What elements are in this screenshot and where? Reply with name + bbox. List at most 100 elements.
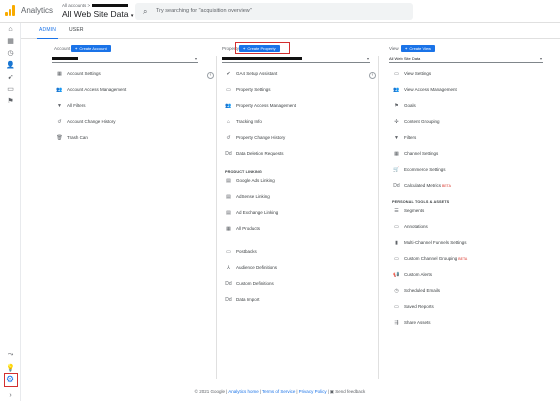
menu-item-label: Property Access Management	[236, 103, 297, 108]
postbacks-icon: ▭	[226, 249, 231, 255]
menu-item[interactable]: ▮ Multi-Channel Funnels Settings	[392, 240, 466, 250]
menu-item-label: Saved Reports	[404, 304, 434, 309]
collapse-account-icon[interactable]: ‹	[207, 72, 214, 79]
menu-item[interactable]: ⚑ Goals	[392, 103, 416, 113]
acquisition-icon[interactable]: ➹	[6, 73, 15, 82]
menu-item[interactable]: ▭ Saved Reports	[392, 304, 434, 314]
menu-item[interactable]: ▦ All Products	[224, 226, 260, 236]
view-selector[interactable]: All Web Site Data ▾	[62, 9, 133, 19]
filter-icon: ▼	[394, 135, 399, 141]
menu-item[interactable]: ▭ Annotations	[392, 224, 428, 234]
dd-icon: Dd	[393, 183, 400, 189]
menu-item-label: Annotations	[404, 224, 428, 229]
menu-item-label: Content Grouping	[404, 119, 440, 124]
menu-item[interactable]: Dd Custom Definitions	[224, 281, 273, 291]
tab-user[interactable]: USER	[69, 27, 84, 33]
menu-item[interactable]: 👥 Property Access Management	[224, 103, 296, 113]
menu-item-label: GA4 Setup Assistant	[236, 71, 278, 76]
menu-item[interactable]: 🗑 Trash Can	[55, 135, 88, 145]
privacy-link[interactable]: Privacy Policy	[299, 389, 327, 394]
menu-item[interactable]: ▦ Account Settings	[55, 71, 101, 81]
menu-item[interactable]: ▼ Filters	[392, 135, 416, 145]
account-heading: Account	[54, 46, 71, 51]
menu-item[interactable]: 👥 Account Access Management	[55, 87, 126, 97]
annotations-icon: ▭	[394, 224, 399, 230]
menu-item[interactable]: ↺ Account Change History	[55, 119, 116, 129]
footer: © 2021 Google|Analytics home|Terms of Se…	[194, 389, 366, 394]
menu-item[interactable]: ✣ Content Grouping	[392, 119, 440, 129]
menu-item[interactable]: ▤ AdSense Linking	[224, 194, 270, 204]
dd-icon: Dd	[225, 151, 232, 157]
menu-item[interactable]: ▤ Google Ads Linking	[224, 178, 275, 188]
menu-item[interactable]: ▭ Postbacks	[224, 249, 257, 259]
customization-icon[interactable]: ▦	[6, 37, 15, 46]
caret-icon: ▾	[366, 56, 369, 61]
admin-tabs: ADMIN USER	[21, 23, 560, 39]
menu-item[interactable]: 📢 Custom Alerts	[392, 272, 432, 282]
behavior-icon[interactable]: ▭	[6, 85, 15, 94]
menu-item[interactable]: ▦ Channel Settings	[392, 151, 438, 161]
menu-item[interactable]: Dd Calculated MetricsBETA	[392, 183, 451, 193]
channel-grouping-icon: ▭	[394, 256, 399, 262]
history-icon: ↺	[57, 119, 62, 125]
search-input[interactable]: ⌕ Try searching for "acquisition overvie…	[135, 3, 413, 20]
menu-item[interactable]: ✔ GA4 Setup Assistant	[224, 71, 277, 81]
realtime-icon[interactable]: ◷	[6, 49, 15, 58]
menu-item[interactable]: ⌂ Tracking Info	[224, 119, 262, 129]
view-dropdown[interactable]: All Web Site Data ▾	[389, 55, 543, 63]
conversions-icon[interactable]: ⚑	[6, 97, 15, 106]
code-icon: ⌂	[226, 119, 231, 125]
dd-icon: Dd	[225, 297, 232, 303]
beta-badge: BETA	[458, 257, 468, 261]
left-nav: ⌂ ▦ ◷ 👤 ➹ ▭ ⚑ ⤳ 💡	[0, 23, 21, 401]
menu-item-label: Account Change History	[67, 119, 116, 124]
email-icon: ◷	[394, 288, 399, 294]
analytics-home-link[interactable]: Analytics home	[228, 389, 259, 394]
segments-icon: ☰	[394, 208, 399, 214]
menu-item[interactable]: ▭ View Settings	[392, 71, 431, 81]
collapse-property-icon[interactable]: ‹	[369, 72, 376, 79]
send-feedback-link[interactable]: Send feedback	[335, 389, 365, 394]
menu-item[interactable]: ☰ Segments	[392, 208, 424, 218]
flag-icon: ⚑	[394, 103, 399, 109]
menu-item[interactable]: ▭ Property Settings	[224, 87, 270, 97]
terms-link[interactable]: Terms of Service	[262, 389, 296, 394]
account-dropdown[interactable]: ▾	[52, 55, 198, 63]
menu-item[interactable]: ⇶ Share Assets	[392, 320, 430, 330]
menu-item-label: All Products	[236, 226, 261, 231]
menu-item[interactable]: ◷ Scheduled Emails	[392, 288, 440, 298]
menu-item[interactable]: ▼ All Filters	[55, 103, 86, 113]
home-icon[interactable]: ⌂	[6, 25, 15, 34]
redacted-account-name	[92, 4, 129, 8]
discover-icon[interactable]: 💡	[6, 364, 15, 373]
analytics-logo-icon[interactable]	[5, 5, 15, 16]
plus-icon: +	[75, 46, 78, 51]
menu-item[interactable]: Dd Data Import	[224, 297, 259, 307]
menu-item-label: Audience Definitions	[236, 265, 278, 270]
attribution-icon[interactable]: ⤳	[6, 350, 15, 359]
menu-item[interactable]: ▤ Ad Exchange Linking	[224, 210, 278, 220]
create-view-button[interactable]: + Create View	[401, 45, 436, 52]
audience-icon[interactable]: 👤	[6, 61, 15, 70]
menu-item[interactable]: ↺ Property Change History	[224, 135, 285, 145]
tab-admin[interactable]: ADMIN	[36, 27, 59, 39]
menu-item[interactable]: ▭ Custom Channel GroupingBETA	[392, 256, 467, 266]
menu-item-label: Segments	[404, 208, 425, 213]
admin-gear-highlight[interactable]: ⚙	[4, 373, 18, 387]
menu-item[interactable]: ⅄ Audience Definitions	[224, 265, 277, 275]
menu-item-label: Filters	[404, 135, 417, 140]
menu-item[interactable]: 🛒 Ecommerce Settings	[392, 167, 445, 177]
copyright: © 2021 Google	[194, 389, 226, 394]
people-icon: 👥	[56, 87, 63, 93]
account-breadcrumb[interactable]: All accounts >	[62, 3, 129, 8]
settings-icon: ▭	[226, 87, 231, 93]
saved-icon: ▭	[394, 304, 399, 310]
menu-item-label: Account Settings	[67, 71, 101, 76]
menu-item-label: Google Ads Linking	[236, 178, 275, 183]
menu-item[interactable]: Dd Data Deletion Requests	[224, 151, 283, 161]
menu-item[interactable]: 👥 View Access Management	[392, 87, 456, 97]
menu-item-label: Calculated Metrics	[404, 183, 442, 188]
create-account-button[interactable]: + Create Account	[71, 45, 111, 52]
property-dropdown[interactable]: ▾	[222, 55, 370, 63]
share-icon: ⇶	[394, 320, 399, 326]
